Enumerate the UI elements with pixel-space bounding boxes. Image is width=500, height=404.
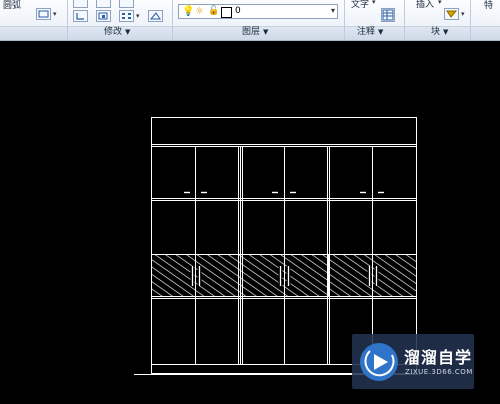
stretch-tool-button[interactable] — [73, 10, 88, 22]
block-panel-title[interactable]: 块 ▼ — [431, 26, 448, 39]
move-tool-button[interactable] — [73, 0, 88, 8]
current-layer-name: 0 — [235, 6, 241, 16]
stretch-icon — [76, 13, 84, 20]
watermark-url: ZIXUE.3D66.COM — [405, 368, 473, 376]
watermark-badge: 溜溜自学 ZIXUE.3D66.COM — [352, 334, 474, 389]
offset-tool-button[interactable] — [148, 10, 163, 22]
dropdown-arrow-icon[interactable]: ▾ — [461, 10, 465, 18]
modify-panel-title[interactable]: 修改 ▼ — [104, 26, 130, 39]
table-tool-button[interactable] — [381, 8, 395, 22]
offset-icon — [149, 12, 161, 20]
array-tool-button[interactable] — [119, 10, 134, 22]
arc-tool-label[interactable]: 圆弧 — [3, 0, 21, 11]
trim-tool-button[interactable] — [119, 0, 134, 8]
text-tool-button[interactable]: 文字 — [351, 0, 369, 10]
align-icon — [38, 10, 49, 18]
unlock-icon: 🔓 — [208, 6, 220, 16]
rotate-tool-button[interactable] — [96, 0, 111, 8]
scale-tool-button[interactable] — [96, 10, 111, 22]
chevron-down-icon: ▼ — [378, 28, 384, 36]
lightbulb-icon: 💡 — [182, 6, 195, 17]
array-icon — [122, 13, 131, 19]
layer-dropdown[interactable]: 💡 ☼ 🔓 0 ▾ — [178, 4, 338, 19]
chevron-down-icon: ▼ — [125, 28, 131, 36]
layers-panel-title[interactable]: 图层 ▼ — [242, 26, 268, 39]
play-logo-icon — [360, 343, 398, 381]
dropdown-arrow-icon[interactable]: ▾ — [438, 0, 442, 6]
sun-icon: ☼ — [195, 6, 204, 17]
insert-block-button[interactable]: 插入 — [416, 0, 434, 10]
scale-icon — [98, 12, 108, 20]
align-tool-button[interactable] — [36, 8, 51, 20]
chevron-down-icon: ▼ — [263, 28, 269, 36]
ribbon: 圆弧 ▾ ▾ 💡 ☼ 🔓 0 ▾ 文字 ▾ 插入 ▾ ▾ 特 修改 ▼ 图层 ▼… — [0, 0, 500, 41]
edit-block-button[interactable] — [444, 8, 459, 20]
chevron-down-icon: ▾ — [330, 6, 335, 15]
block-edit-icon — [446, 10, 458, 18]
chevron-down-icon: ▼ — [443, 28, 449, 36]
properties-panel-label: 特 — [484, 1, 494, 11]
dropdown-arrow-icon[interactable]: ▾ — [372, 0, 376, 6]
layer-color-swatch — [221, 7, 232, 18]
table-icon — [382, 9, 394, 21]
dropdown-arrow-icon[interactable]: ▾ — [136, 12, 140, 20]
watermark-brand: 溜溜自学 — [404, 348, 473, 367]
annotate-panel-title[interactable]: 注释 ▼ — [357, 26, 383, 39]
dropdown-arrow-icon[interactable]: ▾ — [53, 10, 57, 18]
